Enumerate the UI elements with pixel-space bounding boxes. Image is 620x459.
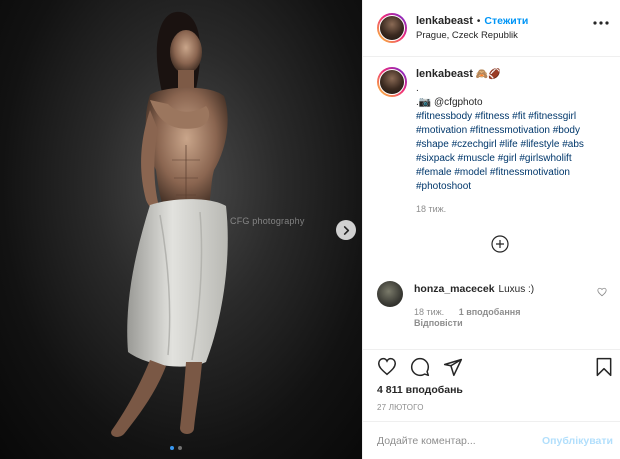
post-header: lenkabeast • Стежити Prague, Czeck Repub…: [363, 0, 620, 57]
comment-composer: Опублікувати: [363, 421, 620, 459]
post-side-panel: lenkabeast • Стежити Prague, Czeck Repub…: [362, 0, 620, 459]
comment-like-button[interactable]: [597, 287, 607, 300]
post-date: 27 ЛЮТОГО: [377, 403, 424, 412]
caption-time: 18 тиж.: [416, 204, 447, 214]
caption-hashtags[interactable]: #fitnessbody #fitness #fit #fitnessgirl …: [416, 110, 606, 194]
comment-avatar[interactable]: [377, 281, 403, 307]
instagram-post: CFG photography lenkabeast • Стежити Pra…: [0, 0, 620, 459]
photo-watermark: CFG photography: [230, 216, 305, 226]
header-separator: •: [476, 15, 481, 27]
caption-line: .: [416, 83, 419, 94]
comment-item: honza_macecek Luxus :) 18 тиж. 1 вподобан…: [377, 281, 611, 328]
more-options-button[interactable]: [593, 16, 609, 28]
more-horizontal-icon: [593, 21, 609, 25]
post-actions: 4 811 вподобань 27 ЛЮТОГО: [363, 349, 620, 421]
caption-avatar[interactable]: [377, 67, 407, 97]
post-photo[interactable]: CFG photography: [0, 0, 362, 459]
slide-dot-active: [170, 446, 174, 450]
author-username[interactable]: lenkabeast: [416, 15, 473, 27]
comment-reply-button[interactable]: Відповісти: [414, 318, 534, 328]
photo-figure: [111, 11, 228, 437]
slide-indicator: [170, 446, 182, 450]
caption-photo-credit: .📷 @cfgphoto: [416, 97, 483, 108]
author-avatar[interactable]: [377, 13, 407, 43]
heart-icon: [377, 357, 397, 376]
comments-area[interactable]: lenkabeast 🙈🏈 . .📷 @cfgphoto #fitnessbod…: [363, 57, 620, 349]
likes-count[interactable]: 4 811 вподобань: [377, 384, 463, 396]
post-location[interactable]: Prague, Czeck Republik: [416, 30, 528, 41]
share-icon: [443, 358, 463, 377]
save-button[interactable]: [595, 357, 613, 380]
share-button[interactable]: [443, 357, 463, 377]
caption-emoji: 🙈🏈: [475, 69, 501, 80]
comment-input[interactable]: [377, 434, 537, 447]
plus-circle-icon: [491, 235, 509, 253]
load-more-comments-button[interactable]: [491, 235, 509, 253]
bookmark-icon: [596, 357, 612, 377]
comment-time: 18 тиж.: [414, 307, 445, 317]
post-caption: lenkabeast 🙈🏈 . .📷 @cfgphoto #fitnessbod…: [377, 67, 606, 216]
comment-button[interactable]: [410, 357, 430, 377]
publish-button[interactable]: Опублікувати: [542, 435, 613, 447]
caption-username[interactable]: lenkabeast: [416, 68, 473, 80]
comment-likes[interactable]: 1 вподобання: [459, 307, 521, 317]
comment-text: Luxus :): [498, 284, 535, 295]
chevron-right-icon: [343, 225, 349, 235]
next-slide-button[interactable]: [336, 220, 356, 240]
comment-icon: [410, 357, 430, 377]
slide-dot: [178, 446, 182, 450]
comment-username[interactable]: honza_macecek: [414, 283, 495, 295]
like-button[interactable]: [377, 357, 397, 377]
heart-icon: [597, 287, 607, 297]
follow-button[interactable]: Стежити: [484, 15, 528, 27]
